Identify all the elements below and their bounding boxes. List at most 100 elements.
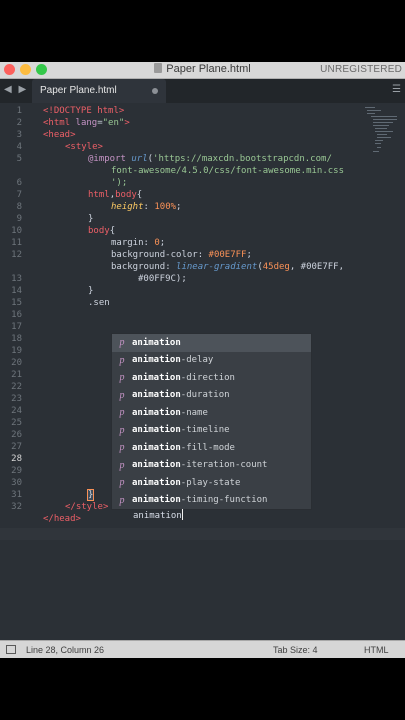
text-caret <box>181 509 183 520</box>
code-line: } <box>88 214 94 224</box>
autocomplete-popup[interactable]: p animation p animation-delay p animation-dir… <box>111 333 312 510</box>
code-line: background: linear-gradient(45deg, #00E7… <box>111 262 345 272</box>
window-title-text: Paper Plane.html <box>166 63 251 75</box>
line-number: 11 <box>11 238 22 248</box>
line-number: 27 <box>11 442 22 452</box>
autocomplete-item-label: animation-timeline <box>132 425 230 436</box>
tab-size-selector[interactable]: Tab Size: 4 <box>273 645 318 655</box>
typed-text[interactable]: animation <box>133 509 183 521</box>
line-number: 3 <box>16 130 22 140</box>
autocomplete-item-label: animation-delay <box>132 355 214 366</box>
line-number: 22 <box>11 382 22 392</box>
cursor-position: Line 28, Column 26 <box>26 645 105 655</box>
code-line: <style> <box>65 142 103 152</box>
line-number: 32 <box>11 502 22 512</box>
property-kind-icon: p <box>119 354 125 366</box>
line-number: 29 <box>11 466 22 476</box>
registration-status: UNREGISTERED <box>320 64 402 75</box>
property-kind-icon: p <box>119 477 125 489</box>
line-number: 5 <box>16 154 22 164</box>
line-number: 14 <box>11 286 22 296</box>
property-kind-icon: p <box>119 442 125 454</box>
tab-bar: ◀ ▶ Paper Plane.html ☰ <box>0 79 405 103</box>
code-line: </style> <box>65 502 109 512</box>
line-number: 10 <box>11 226 22 236</box>
tab-paper-plane[interactable]: Paper Plane.html <box>32 79 166 103</box>
line-number: 2 <box>16 118 22 128</box>
autocomplete-item[interactable]: p animation-direction <box>112 369 311 387</box>
code-line: html,body{ <box>88 190 143 200</box>
property-kind-icon: p <box>119 407 125 419</box>
code-line: @import url('https://maxcdn.bootstrapcdn… <box>88 154 332 164</box>
document-icon <box>154 63 163 73</box>
property-kind-icon: p <box>119 459 125 471</box>
line-number: 13 <box>11 274 22 284</box>
line-number: 1 <box>16 106 22 116</box>
code-line: font-awesome/4.5.0/css/font-awesome.min.… <box>111 166 344 176</box>
line-number: 17 <box>11 322 22 332</box>
line-number: 4 <box>16 142 22 152</box>
property-kind-icon: p <box>119 494 125 506</box>
unsaved-dot-icon[interactable] <box>152 88 158 94</box>
autocomplete-item[interactable]: p animation-iteration-count <box>112 457 311 475</box>
autocomplete-item[interactable]: p animation-duration <box>112 387 311 405</box>
autocomplete-item-label: animation-direction <box>132 372 235 383</box>
autocomplete-item[interactable]: p animation-name <box>112 404 311 422</box>
tab-label: Paper Plane.html <box>40 85 117 96</box>
tab-navigation-arrows[interactable]: ◀ ▶ <box>4 84 28 95</box>
line-number: 20 <box>11 358 22 368</box>
code-line: <!DOCTYPE html> <box>43 106 125 116</box>
line-number: 6 <box>16 178 22 188</box>
autocomplete-item-label: animation-fill-mode <box>132 442 235 453</box>
autocomplete-item-label: animation-timing-function <box>132 495 268 506</box>
autocomplete-item-label: animation-iteration-count <box>132 460 268 471</box>
title-bar: Paper Plane.html UNREGISTERED <box>0 62 405 79</box>
line-number: 30 <box>11 478 22 488</box>
panel-toggle-icon[interactable] <box>6 645 16 654</box>
autocomplete-item[interactable]: p animation-timing-function <box>112 492 311 510</box>
line-number: 8 <box>16 202 22 212</box>
code-line: margin: 0; <box>111 238 166 248</box>
property-kind-icon: p <box>119 372 125 384</box>
code-line: <head> <box>43 130 76 140</box>
autocomplete-item-label: animation-duration <box>132 390 230 401</box>
line-number: 7 <box>16 190 22 200</box>
code-line: </head> <box>43 514 81 524</box>
line-number: 15 <box>11 298 22 308</box>
line-number: 28 <box>11 454 22 464</box>
autocomplete-item-label: animation-name <box>132 407 208 418</box>
property-kind-icon: p <box>119 337 125 349</box>
autocomplete-item[interactable]: p animation <box>112 334 311 352</box>
autocomplete-item[interactable]: p animation-timeline <box>112 422 311 440</box>
line-number: 23 <box>11 394 22 404</box>
property-kind-icon: p <box>119 424 125 436</box>
code-line: '); <box>111 178 128 188</box>
line-number: 21 <box>11 370 22 380</box>
editor-window: Paper Plane.html UNREGISTERED ◀ ▶ Paper … <box>0 62 405 658</box>
status-bar: Line 28, Column 26 Tab Size: 4 HTML <box>0 640 405 658</box>
matching-bracket: } <box>86 489 95 501</box>
syntax-selector[interactable]: HTML <box>364 645 389 655</box>
line-number: 31 <box>11 490 22 500</box>
tab-menu-icon[interactable]: ☰ <box>392 84 401 95</box>
line-number: 24 <box>11 406 22 416</box>
line-number: 25 <box>11 418 22 428</box>
line-number: 12 <box>11 250 22 260</box>
minimap[interactable] <box>365 107 399 167</box>
code-line: body{ <box>88 226 116 236</box>
autocomplete-item[interactable]: p animation-delay <box>112 352 311 370</box>
property-kind-icon: p <box>119 389 125 401</box>
line-number: 18 <box>11 334 22 344</box>
code-line: .sen <box>88 298 110 308</box>
current-line-highlight <box>0 528 405 540</box>
autocomplete-item[interactable]: p animation-fill-mode <box>112 439 311 457</box>
code-line: } <box>88 286 94 296</box>
line-number: 19 <box>11 346 22 356</box>
autocomplete-item[interactable]: p animation-play-state <box>112 474 311 492</box>
code-editor[interactable]: 1 2 3 4 5 6 7 8 9 10 11 12 13 14 15 16 17 18 19 20 21 22 23 24 2… <box>0 103 405 640</box>
line-number: 16 <box>11 310 22 320</box>
code-line: height: 100%; <box>111 202 182 212</box>
line-number: 9 <box>16 214 22 224</box>
code-line: background-color: #00E7FF; <box>111 250 252 260</box>
autocomplete-item-label: animation <box>132 337 181 348</box>
